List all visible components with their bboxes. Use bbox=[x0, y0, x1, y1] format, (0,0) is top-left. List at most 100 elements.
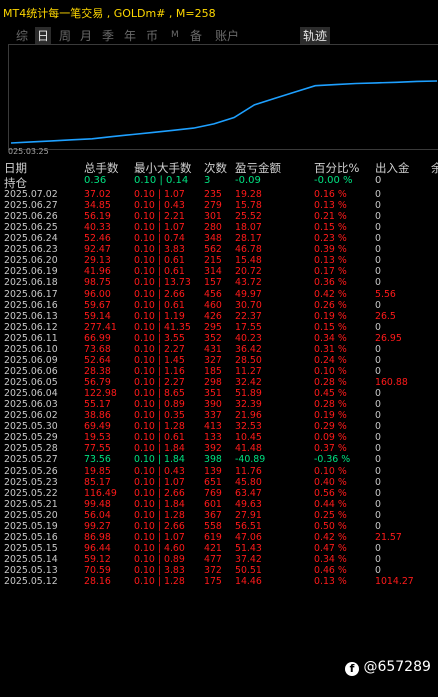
table-row[interactable]: 2025.06.11 66.99 0.10 | 3.55 352 40.23 0.34 %… bbox=[0, 333, 438, 344]
table-row[interactable]: 2025.06.25 40.33 0.10 | 1.07 280 18.07 0.15 %… bbox=[0, 222, 438, 233]
col-count-header[interactable]: 次数 bbox=[204, 160, 227, 176]
row-lots: 59.14 bbox=[84, 310, 111, 322]
table-row[interactable]: 2025.06.24 52.46 0.10 | 0.74 348 28.17 0.23 %… bbox=[0, 233, 438, 244]
table-row[interactable]: 2025.06.18 98.75 0.10 | 13.73 157 43.72 0.36 … bbox=[0, 277, 438, 288]
row-minmax: 0.10 | 1.28 bbox=[134, 509, 185, 521]
row-count: 235 bbox=[204, 189, 222, 200]
table-row[interactable]: 2025.05.30 69.49 0.10 | 1.28 413 32.53 0.29 %… bbox=[0, 421, 438, 432]
row-date: 2025.06.24 bbox=[4, 233, 58, 245]
table-row[interactable]: 2025.06.09 52.64 0.10 | 1.45 327 28.50 0.24 %… bbox=[0, 355, 438, 366]
table-row[interactable]: 2025.06.03 55.17 0.10 | 0.89 390 32.39 0.28 %… bbox=[0, 399, 438, 410]
tab-m[interactable]: M bbox=[171, 30, 179, 40]
row-pct: 0.13 % bbox=[314, 576, 347, 588]
table-row[interactable]: 2025.06.19 41.96 0.10 | 0.61 314 20.72 0.17 %… bbox=[0, 266, 438, 277]
table-row[interactable]: 2025.06.06 28.38 0.10 | 1.16 185 11.27 0.10 %… bbox=[0, 366, 438, 377]
table-row[interactable]: 2025.06.27 34.85 0.10 | 0.43 279 15.78 0.13 %… bbox=[0, 200, 438, 211]
tab-quarter[interactable]: 季 bbox=[102, 27, 114, 44]
col-pnl-header[interactable]: 盈亏金额 bbox=[235, 160, 281, 176]
table-row[interactable]: 2025.06.02 38.86 0.10 | 0.35 337 21.96 0.19 %… bbox=[0, 410, 438, 421]
table-row[interactable]: 2025.05.26 19.85 0.10 | 0.43 139 11.76 0.10 %… bbox=[0, 466, 438, 477]
row-io: 0 bbox=[375, 255, 381, 267]
table-row[interactable]: 2025.07.02 37.02 0.10 | 1.07 235 19.28 0.16 %… bbox=[0, 189, 438, 200]
table-row[interactable]: 2025.06.13 59.14 0.10 | 1.19 426 22.37 0.19 %… bbox=[0, 311, 438, 322]
row-minmax: 0.10 | 1.84 bbox=[134, 454, 185, 466]
row-date: 2025.06.10 bbox=[4, 343, 58, 355]
row-pnl: -40.89 bbox=[235, 454, 266, 466]
row-date: 2025.05.15 bbox=[4, 542, 58, 554]
col-lots-header[interactable]: 总手数 bbox=[84, 160, 119, 176]
row-pct: 0.17 % bbox=[314, 266, 347, 278]
row-date: 2025.06.19 bbox=[4, 266, 58, 278]
row-lots: 34.85 bbox=[84, 200, 111, 212]
row-io: 0 bbox=[375, 266, 381, 278]
row-pct: 0.50 % bbox=[314, 520, 347, 532]
row-pnl: 11.76 bbox=[235, 465, 262, 477]
row-pct: 0.19 % bbox=[314, 410, 347, 422]
row-count: 133 bbox=[204, 432, 222, 444]
tab-week[interactable]: 周 bbox=[59, 27, 71, 44]
tab-note[interactable]: 备 bbox=[190, 27, 202, 44]
row-pnl: 19.28 bbox=[235, 189, 262, 200]
table-row[interactable]: 2025.05.13 70.59 0.10 | 3.83 372 50.51 0.46 %… bbox=[0, 565, 438, 576]
table-row[interactable]: 2025.05.19 99.27 0.10 | 2.66 558 56.51 0.50 %… bbox=[0, 521, 438, 532]
row-lots: 70.59 bbox=[84, 565, 111, 577]
row-lots: 73.56 bbox=[84, 454, 111, 466]
row-pnl: 30.70 bbox=[235, 299, 262, 311]
weibo-icon: f bbox=[345, 662, 359, 676]
row-count: 601 bbox=[204, 498, 222, 510]
table-row[interactable]: 2025.06.17 96.00 0.10 | 2.66 456 49.97 0.42 %… bbox=[0, 289, 438, 300]
row-minmax: 0.10 | 2.66 bbox=[134, 288, 185, 300]
row-pct: 0.46 % bbox=[314, 565, 347, 577]
summary-io: 0 bbox=[375, 175, 382, 186]
row-pct: 0.23 % bbox=[314, 233, 347, 245]
tab-year[interactable]: 年 bbox=[124, 27, 136, 44]
table-row[interactable]: 2025.06.23 92.47 0.10 | 3.83 562 46.78 0.39 %… bbox=[0, 244, 438, 255]
tab-account[interactable]: 账户 bbox=[215, 27, 239, 44]
row-lots: 56.79 bbox=[84, 377, 111, 389]
table-row[interactable]: 2025.05.16 86.98 0.10 | 1.07 619 47.06 0.42 %… bbox=[0, 532, 438, 543]
table-row[interactable]: 2025.05.27 73.56 0.10 | 1.84 398 -40.89 -0.36… bbox=[0, 454, 438, 465]
row-lots: 69.49 bbox=[84, 421, 111, 433]
row-count: 421 bbox=[204, 542, 222, 554]
tab-track[interactable]: 轨迹 bbox=[300, 27, 331, 44]
table-row[interactable]: 2025.06.12 277.41 0.10 | 41.35 295 17.55 0.15… bbox=[0, 322, 438, 333]
table-row[interactable]: 2025.05.12 28.16 0.10 | 1.28 175 14.46 0.13 %… bbox=[0, 576, 438, 587]
table-row[interactable]: 2025.06.20 29.13 0.10 | 0.61 215 15.48 0.13 %… bbox=[0, 255, 438, 266]
row-io: 0 bbox=[375, 465, 381, 477]
row-lots: 37.02 bbox=[84, 189, 111, 200]
open-positions-row[interactable]: 持仓 0.36 0.10 | 0.14 3 -0.09 -0.00 % 0 bbox=[0, 175, 438, 190]
row-lots: 59.67 bbox=[84, 299, 111, 311]
table-row[interactable]: 2025.06.04 122.98 0.10 | 8.65 351 51.89 0.45 … bbox=[0, 388, 438, 399]
row-date: 2025.06.02 bbox=[4, 410, 58, 422]
col-date-header[interactable]: 日期 bbox=[4, 160, 27, 176]
row-pct: 0.19 % bbox=[314, 310, 347, 322]
col-extra-header[interactable]: 余 bbox=[431, 160, 438, 176]
table-row[interactable]: 2025.06.10 73.68 0.10 | 2.27 431 36.42 0.31 %… bbox=[0, 344, 438, 355]
table-row[interactable]: 2025.05.15 96.44 0.10 | 4.60 421 51.43 0.47 %… bbox=[0, 543, 438, 554]
table-row[interactable]: 2025.06.26 56.19 0.10 | 2.21 301 25.52 0.21 %… bbox=[0, 211, 438, 222]
col-minmax-header[interactable]: 最小大手数 bbox=[134, 160, 192, 176]
equity-chart bbox=[8, 44, 438, 150]
col-io-header[interactable]: 出入金 bbox=[375, 160, 410, 176]
tab-currency[interactable]: 币 bbox=[146, 27, 158, 44]
table-row[interactable]: 2025.06.05 56.79 0.10 | 2.27 298 32.42 0.28 %… bbox=[0, 377, 438, 388]
row-pct: 0.37 % bbox=[314, 443, 347, 455]
tab-overview[interactable]: 综 bbox=[16, 27, 28, 44]
table-row[interactable]: 2025.05.29 19.53 0.10 | 0.61 133 10.45 0.09 %… bbox=[0, 432, 438, 443]
table-row[interactable]: 2025.05.20 56.04 0.10 | 1.28 367 27.91 0.25 %… bbox=[0, 510, 438, 521]
table-row[interactable]: 2025.06.16 59.67 0.10 | 0.61 460 30.70 0.26 %… bbox=[0, 300, 438, 311]
table-row[interactable]: 2025.05.28 77.55 0.10 | 1.84 392 41.48 0.37 %… bbox=[0, 443, 438, 454]
table-row[interactable]: 2025.05.21 99.48 0.10 | 1.84 601 49.63 0.44 %… bbox=[0, 499, 438, 510]
row-pnl: 45.80 bbox=[235, 476, 262, 488]
row-minmax: 0.10 | 0.43 bbox=[134, 200, 185, 212]
row-pnl: 49.97 bbox=[235, 288, 262, 300]
table-row[interactable]: 2025.05.14 59.12 0.10 | 0.89 477 37.42 0.34 %… bbox=[0, 554, 438, 565]
table-row[interactable]: 2025.05.23 85.17 0.10 | 1.07 651 45.80 0.40 %… bbox=[0, 477, 438, 488]
row-minmax: 0.10 | 3.83 bbox=[134, 244, 185, 256]
col-pct-header[interactable]: 百分比% bbox=[314, 160, 359, 176]
tab-month[interactable]: 月 bbox=[80, 27, 92, 44]
table-row[interactable]: 2025.05.22 116.49 0.10 | 2.66 769 63.47 0.56 … bbox=[0, 488, 438, 499]
tab-day[interactable]: 日 bbox=[35, 27, 52, 44]
row-io: 21.57 bbox=[375, 531, 402, 543]
row-lots: 41.96 bbox=[84, 266, 111, 278]
